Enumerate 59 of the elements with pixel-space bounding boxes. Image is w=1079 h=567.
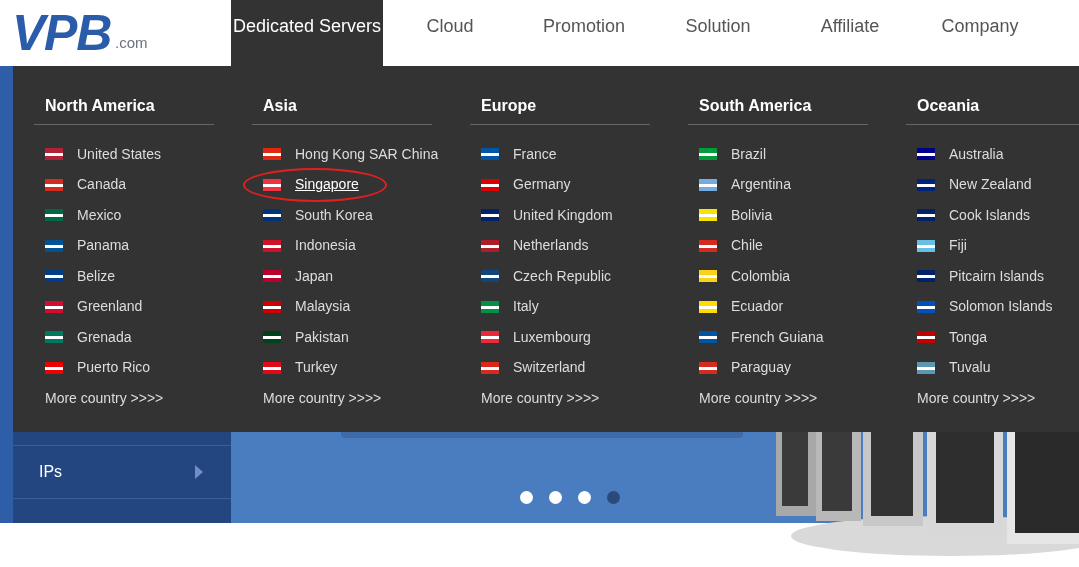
country-link[interactable]: Chile [731,235,763,257]
country-link[interactable]: Japan [295,265,334,287]
nav-tab[interactable]: Solution [651,0,785,66]
region-heading: North America [45,97,155,114]
country-link[interactable]: Argentina [731,174,791,196]
country-link[interactable]: Switzerland [513,357,586,379]
country-link[interactable]: Ecuador [731,296,784,318]
region-heading: South America [699,97,812,114]
country-link[interactable]: Bolivia [731,204,773,226]
country-link[interactable]: Cook Islands [949,204,1030,226]
country-link[interactable]: Pitcairn Islands [949,265,1044,287]
country-link[interactable]: Malaysia [295,296,351,318]
country-link[interactable]: Panama [77,235,130,257]
nav-tab[interactable]: Dedicated Servers [231,0,383,66]
country-link[interactable]: Fiji [949,235,967,257]
country-link[interactable]: French Guiana [731,326,824,348]
country-link[interactable]: Paraguay [731,357,791,379]
country-link[interactable]: Brazil [731,143,766,165]
country-link[interactable]: France [513,143,557,165]
chevron-right-icon [195,465,203,479]
country-link[interactable]: New Zealand [949,174,1032,196]
nav-tab[interactable]: Cloud [383,0,517,66]
country-link[interactable]: Luxembourg [513,326,591,348]
country-link[interactable]: Turkey [295,357,338,379]
country-link[interactable]: Czech Republic [513,265,612,287]
country-link[interactable]: Germany [513,174,571,196]
country-link[interactable]: United States [77,143,162,165]
country-link[interactable]: Greenland [77,296,143,318]
nav-tab[interactable]: Company [915,0,1045,66]
country-link[interactable]: United Kingdom [513,204,613,226]
country-link[interactable]: Pakistan [295,326,349,348]
country-link[interactable]: Netherlands [513,235,589,257]
country-link[interactable]: Puerto Rico [77,357,151,379]
more-country-link[interactable]: More country >>>> [263,383,470,414]
nav-tab[interactable]: Affiliate [785,0,915,66]
logo[interactable]: VPB.com [12,8,148,58]
more-country-link[interactable]: More country >>>> [481,383,688,414]
country-link[interactable]: Grenada [77,326,132,348]
more-country-link[interactable]: More country >>>> [699,383,906,414]
more-country-link[interactable]: More country >>>> [45,383,252,414]
sidebar-label: IPs [39,462,63,482]
country-link[interactable]: Hong Kong SAR China [295,143,439,165]
country-link[interactable]: Tonga [949,326,988,348]
country-link[interactable]: Mexico [77,204,122,226]
region-heading: Asia [263,97,297,114]
country-link[interactable]: Indonesia [295,235,356,257]
country-link[interactable]: South Korea [295,204,373,226]
more-country-link[interactable]: More country >>>> [917,383,1079,414]
country-link[interactable]: Belize [77,265,116,287]
country-link[interactable]: Tuvalu [949,357,991,379]
country-link[interactable]: Australia [949,143,1004,165]
region-heading: Oceania [917,97,980,114]
country-link[interactable]: Canada [77,174,127,196]
nav-tab[interactable]: Promotion [517,0,651,66]
country-link[interactable]: Singapore [295,174,359,196]
country-link[interactable]: Solomon Islands [949,296,1053,318]
country-link[interactable]: Italy [513,296,539,318]
country-link[interactable]: Colombia [731,265,791,287]
region-heading: Europe [481,97,537,114]
